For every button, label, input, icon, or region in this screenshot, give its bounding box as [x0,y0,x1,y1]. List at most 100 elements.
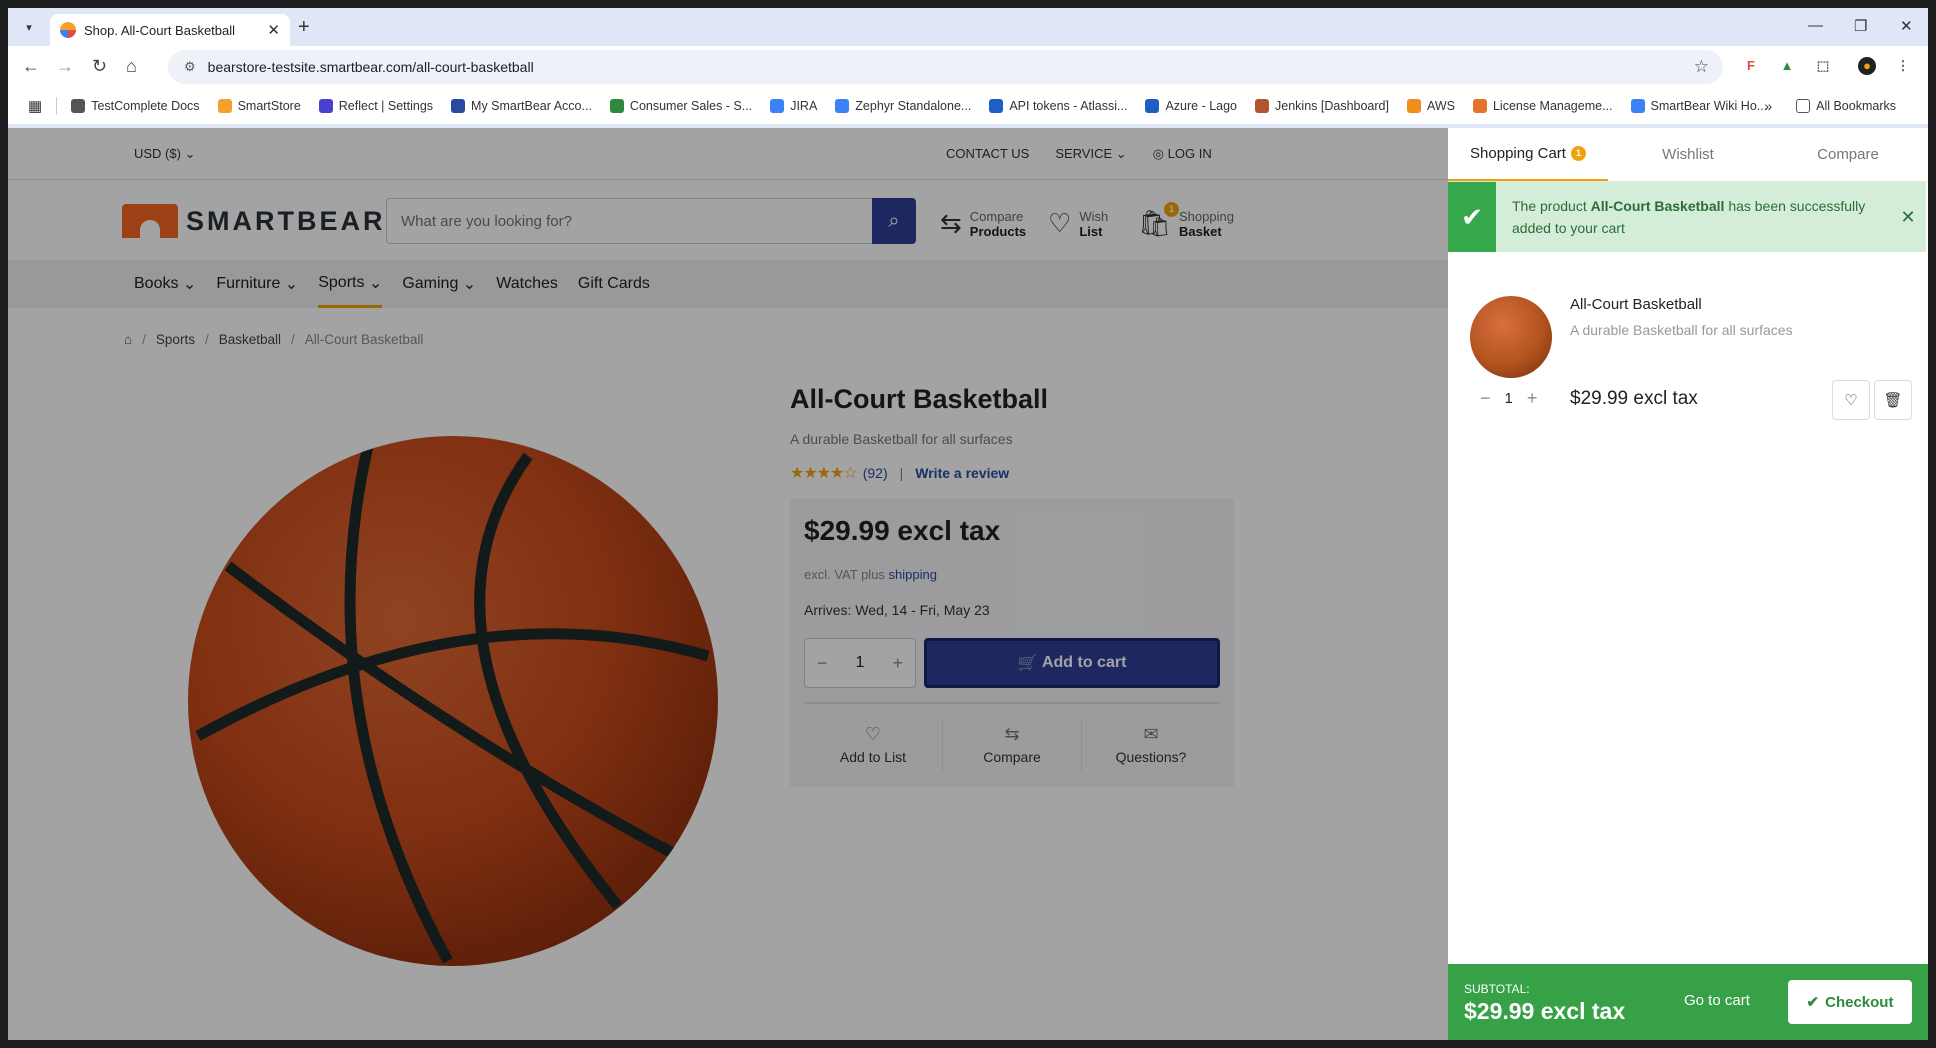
bookmark-label: JIRA [790,99,818,113]
bookmark-label: API tokens - Atlassi... [1009,99,1128,113]
extensions-icon[interactable]: ⬚ [1814,57,1832,75]
quantity-value[interactable]: 1 [856,654,865,672]
tab-shopping-cart[interactable]: Shopping Cart 1 [1448,128,1608,181]
new-tab-icon[interactable]: + [298,17,310,37]
bookmark-item[interactable]: Consumer Sales - S... [609,99,752,113]
remove-item-button[interactable]: 🗑 [1874,380,1912,420]
home-icon[interactable]: ⌂ [124,332,132,347]
compare-button[interactable]: ⇆ Compare [943,718,1082,771]
tab-close-icon[interactable]: ✕ [267,21,280,39]
profile-avatar[interactable]: ● [1858,57,1876,75]
contact-us-link[interactable]: CONTACT US [946,146,1029,162]
screen-edge [1928,128,1936,1040]
nav-sports[interactable]: Sports ⌄ [318,260,383,308]
more-bookmarks-icon[interactable]: » [1764,98,1772,114]
bookmark-item[interactable]: TestComplete Docs [71,99,200,113]
cart-item-image[interactable] [1470,296,1552,378]
back-icon[interactable]: ← [22,56,40,76]
bookmark-item[interactable]: License Manageme... [1472,99,1613,113]
forward-icon[interactable]: → [56,56,74,76]
cart-quantity-stepper[interactable]: − 1 + [1480,388,1537,409]
cart-item-desc: A durable Basketball for all surfaces [1570,322,1793,338]
search-button[interactable]: ⌕ [872,198,916,244]
bookmark-item[interactable]: Reflect | Settings [318,99,433,113]
breadcrumb-sports[interactable]: Sports [156,332,195,347]
bookmark-label: Azure - Lago [1165,99,1238,113]
browser-tab[interactable]: Shop. All-Court Basketball ✕ [50,14,290,46]
bookmark-item[interactable]: API tokens - Atlassi... [989,99,1127,113]
basket-line2: Basket [1179,223,1222,239]
vat-info: excl. VAT plus shipping [804,567,1220,582]
tab-search-icon[interactable]: ▾ [18,16,40,38]
site-info-icon[interactable]: ⚙ [184,59,196,75]
bookmark-item[interactable]: JIRA [770,99,817,113]
search-icon: ⌕ [888,209,900,232]
all-bookmarks-label: All Bookmarks [1816,99,1896,113]
review-count[interactable]: (92) [863,465,888,481]
bookmark-item[interactable]: Jenkins [Dashboard] [1255,99,1389,113]
store-logo[interactable]: SMARTBEAR [122,204,386,238]
bookmark-item[interactable]: Azure - Lago [1145,99,1237,113]
close-notice-icon[interactable]: ✕ [1890,207,1926,228]
home-icon[interactable]: ⌂ [126,56,137,76]
currency-selector[interactable]: USD ($) ⌄ [134,146,195,162]
close-window-icon[interactable]: ✕ [1900,17,1913,35]
checkout-label: Checkout [1825,993,1894,1011]
bookmark-icon [1472,99,1487,113]
nav-books[interactable]: Books ⌄ [134,260,196,308]
nav-gift-cards[interactable]: Gift Cards [578,260,650,308]
go-to-cart-link[interactable]: Go to cart [1684,992,1750,1009]
shopping-basket-link[interactable]: 🛍 1 Shopping Basket [1138,202,1234,239]
search-input[interactable] [387,199,872,243]
bookmark-item[interactable]: SmartStore [217,99,301,113]
add-to-cart-button[interactable]: 🛒 Add to cart [924,638,1220,688]
minus-icon[interactable]: − [817,653,828,674]
quantity-stepper[interactable]: − 1 + [804,638,916,688]
cart-quantity-value[interactable]: 1 [1505,390,1513,407]
minus-icon[interactable]: − [1480,388,1491,409]
cart-item-name[interactable]: All-Court Basketball [1570,296,1702,313]
bookmark-star-icon[interactable]: ☆ [1694,57,1709,77]
reload-icon[interactable]: ↻ [92,56,107,76]
drive-icon[interactable]: ▲ [1778,57,1796,75]
tab-favicon-icon [60,22,76,38]
service-menu[interactable]: SERVICE ⌄ [1055,146,1126,162]
wishlist-link[interactable]: ♡ Wish List [1048,208,1108,239]
plus-icon[interactable]: + [1527,388,1538,409]
bookmark-icon [1145,99,1160,113]
envelope-icon: ✉ [1143,724,1159,744]
address-bar[interactable]: ⚙ bearstore-testsite.smartbear.com/all-c… [168,50,1723,84]
compare-line2: Products [969,223,1027,239]
write-review-link[interactable]: Write a review [915,465,1009,481]
heart-icon: ♡ [1844,392,1858,409]
add-to-list-button[interactable]: ♡ Add to List [804,718,943,771]
checkout-button[interactable]: ✔ Checkout [1788,980,1912,1024]
bookmark-item[interactable]: My SmartBear Acco... [451,99,592,113]
restore-icon[interactable]: ❐ [1854,17,1867,35]
move-to-wishlist-button[interactable]: ♡ [1832,380,1870,420]
apps-icon[interactable]: ▦ [28,97,42,115]
tab-compare[interactable]: Compare [1768,128,1928,181]
tab-wishlist[interactable]: Wishlist [1608,128,1768,181]
notice-message: The product All-Court Basketball has bee… [1496,195,1890,239]
nav-furniture[interactable]: Furniture ⌄ [216,260,298,308]
bookmark-label: Zephyr Standalone... [855,99,972,113]
compare-products-link[interactable]: ⇆ Compare Products [940,208,1026,239]
login-link[interactable]: ◎ LOG IN [1153,146,1212,162]
minimize-icon[interactable]: — [1808,17,1823,34]
product-image[interactable] [188,436,718,966]
plus-icon[interactable]: + [892,653,903,674]
nav-gaming[interactable]: Gaming ⌄ [402,260,476,308]
store-page: USD ($) ⌄ CONTACT US SERVICE ⌄ ◎ LOG IN … [8,128,1448,1040]
bookmark-item[interactable]: Zephyr Standalone... [835,99,971,113]
nav-watches[interactable]: Watches [496,260,558,308]
bookmark-item[interactable]: AWS [1406,99,1455,113]
bookmark-item[interactable]: SmartBear Wiki Ho... [1630,99,1767,113]
breadcrumb-basketball[interactable]: Basketball [219,332,281,347]
cart-tabs: Shopping Cart 1 Wishlist Compare [1448,128,1928,182]
all-bookmarks[interactable]: All Bookmarks [1796,99,1896,113]
menu-icon[interactable]: ⋮ [1894,57,1912,75]
extension-f-icon[interactable]: F [1742,57,1760,75]
questions-button[interactable]: ✉ Questions? [1082,718,1220,771]
shipping-link[interactable]: shipping [889,567,937,582]
